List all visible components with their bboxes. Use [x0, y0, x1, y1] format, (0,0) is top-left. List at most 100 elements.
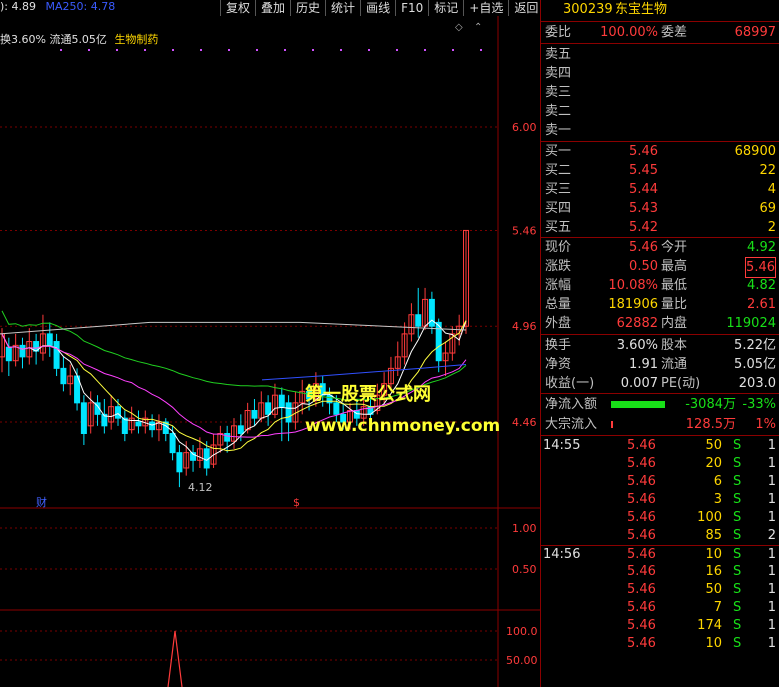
- fundamental-row: 收益(一) 0.007 PE(动) 203.0: [541, 374, 779, 393]
- sell-row: 卖二: [541, 102, 779, 121]
- tick-row: 5.46 20 S 1: [541, 455, 779, 473]
- tick-row: 14:55 5.46 50 S 1: [541, 437, 779, 455]
- fundamental-row: 净资 1.91 流通 5.05亿: [541, 355, 779, 374]
- tick-row: 5.46 85 S 2: [541, 527, 779, 545]
- toolbar-button-7[interactable]: +自选: [463, 0, 508, 16]
- tick-side: S: [733, 547, 742, 562]
- signal-dot: [116, 49, 118, 51]
- buy-row: 买四 5.43 69: [541, 199, 779, 218]
- toolbar-button-3[interactable]: 统计: [325, 0, 360, 16]
- watermark-title: 第一股票公式网: [305, 384, 431, 405]
- candle-body: [121, 417, 128, 434]
- fund-value: 3.60%: [616, 338, 658, 353]
- quote-value: 2.61: [747, 297, 776, 312]
- candle-body: [60, 367, 67, 385]
- candle-body: [135, 421, 142, 427]
- fund-label: 流通: [661, 357, 688, 372]
- tick-count: 1: [767, 618, 776, 633]
- fund-value: 5.05亿: [734, 357, 776, 372]
- indicator-spike: [167, 630, 183, 687]
- toolbar-button-0[interactable]: 复权: [220, 0, 255, 16]
- toolbar-button-1[interactable]: 叠加: [255, 0, 290, 16]
- quote-label: 最低: [661, 278, 688, 293]
- quote-label: 今开: [661, 240, 688, 255]
- flow-amount: -3084万: [685, 397, 736, 412]
- diff-label: 委差: [661, 25, 688, 40]
- tick-volume: 10: [705, 636, 722, 651]
- flow-pct: -33%: [742, 397, 776, 412]
- fund-flow-row: 净流入额 -3084万 -33%: [541, 395, 779, 414]
- ma250-line: [0, 321, 467, 335]
- signal-dot: [452, 49, 454, 51]
- diamond-icon[interactable]: ◇: [455, 22, 463, 33]
- tick-row: 5.46 174 S 1: [541, 617, 779, 635]
- fund-label: 净资: [545, 357, 572, 372]
- sell-label: 卖二: [545, 104, 572, 119]
- quote-label: 总量: [545, 297, 572, 312]
- fund-label: 股本: [661, 338, 688, 353]
- buy-label: 买五: [545, 220, 572, 235]
- quote-value: 10.08%: [608, 278, 658, 293]
- buy-row: 买五 5.42 2: [541, 218, 779, 237]
- kline-chart[interactable]: 6.00 5.46 4.96 4.46 1.00 0.50 100.0 50.00 4.12 财 $…: [0, 16, 540, 687]
- tick-count: 1: [767, 547, 776, 562]
- tick-volume: 7: [713, 600, 722, 615]
- toolbar-button-5[interactable]: F10: [395, 0, 428, 16]
- buy-volume: 22: [759, 163, 776, 178]
- toolbar-button-8[interactable]: 返回: [508, 0, 543, 16]
- toolbar-button-6[interactable]: 标记: [428, 0, 463, 16]
- tick-count: 1: [767, 582, 776, 597]
- buy-volume: 2: [767, 220, 776, 235]
- tick-price: 5.46: [627, 618, 656, 633]
- sell-row: 卖五: [541, 45, 779, 64]
- sell-label: 卖五: [545, 47, 572, 62]
- quote-row: 总量 181906 量比 2.61: [541, 295, 779, 314]
- tick-row: 5.46 7 S 1: [541, 599, 779, 617]
- tick-row: 5.46 6 S 1: [541, 473, 779, 491]
- sell-row: 卖一: [541, 121, 779, 140]
- flow-amount: 128.5万: [685, 417, 736, 432]
- dollar-marker: $: [293, 496, 300, 509]
- sub2-tick-label: 50.00: [506, 654, 538, 667]
- quote-label: 内盘: [661, 316, 688, 331]
- toolbar-button-2[interactable]: 历史: [290, 0, 325, 16]
- buy-volume: 4: [767, 182, 776, 197]
- tick-count: 2: [767, 528, 776, 543]
- tick-price: 5.46: [627, 600, 656, 615]
- sell-row: 卖四: [541, 64, 779, 83]
- buy-row: 买二 5.45 22: [541, 161, 779, 180]
- fund-label: 换手: [545, 338, 572, 353]
- buy-label: 买一: [545, 144, 572, 159]
- tick-count: 1: [767, 564, 776, 579]
- buy-price: 5.42: [629, 220, 658, 235]
- tick-row: 5.46 16 S 1: [541, 563, 779, 581]
- price-tick-label: 4.46: [512, 416, 537, 429]
- candle-body: [237, 425, 244, 434]
- quote-value: 119024: [726, 316, 776, 331]
- tick-count: 1: [767, 474, 776, 489]
- order-ratio-row: 委比 100.00% 委差 68997: [541, 23, 779, 42]
- ma-value: ): 4.89: [0, 0, 36, 13]
- expand-icon[interactable]: ⌃: [474, 22, 482, 33]
- quote-label: 外盘: [545, 316, 572, 331]
- fund-value: 1.91: [629, 357, 658, 372]
- signal-dot: [228, 49, 230, 51]
- signal-dot: [480, 49, 482, 51]
- tick-volume: 3: [713, 492, 722, 507]
- toolbar-button-4[interactable]: 画线: [360, 0, 395, 16]
- tick-price: 5.46: [627, 582, 656, 597]
- candle-body: [5, 346, 12, 362]
- tick-side: S: [733, 600, 742, 615]
- low-price-label: 4.12: [188, 481, 213, 494]
- candle-body: [149, 421, 156, 431]
- signal-dot: [200, 49, 202, 51]
- fund-value: 203.0: [738, 376, 776, 391]
- quote-label: 最高: [661, 259, 688, 274]
- tick-price: 5.46: [627, 547, 656, 562]
- tick-price: 5.46: [627, 474, 656, 489]
- tick-volume: 10: [705, 547, 722, 562]
- sub-tick-label: 1.00: [512, 522, 537, 535]
- ma250-value: MA250: 4.78: [45, 0, 116, 13]
- indicator-info-line: ): 4.89 MA250: 4.78: [0, 0, 115, 14]
- flow-pct: 1%: [755, 417, 776, 432]
